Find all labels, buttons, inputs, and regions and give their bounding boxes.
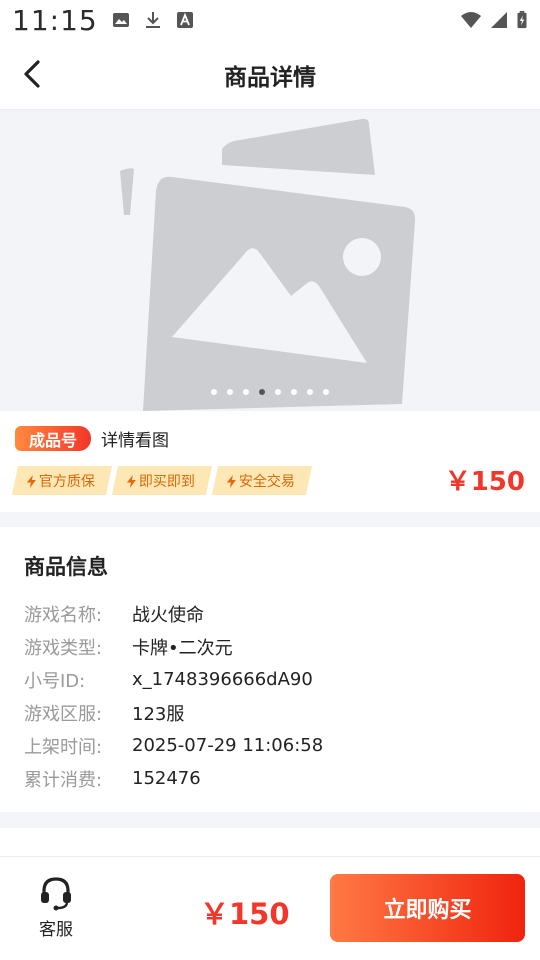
customer-service-label: 客服 (39, 920, 73, 940)
section-title: 商品信息 (24, 555, 108, 579)
headset-icon (41, 877, 71, 911)
status-time: 11:15 (12, 3, 98, 37)
image-placeholder-icon (120, 118, 416, 411)
info-label: 累计消费: (24, 769, 103, 791)
info-value: 123服 (132, 703, 185, 725)
info-value: 战火使命 (132, 604, 204, 626)
page-title: 商品详情 (224, 64, 316, 91)
info-value: 卡牌•二次元 (132, 637, 233, 659)
info-row-server: 游戏区服: 123服 (24, 696, 516, 729)
carousel-dot[interactable] (291, 389, 297, 395)
badge-label: 官方质保 (39, 473, 95, 490)
bottom-price: ￥150 (200, 897, 290, 931)
carousel-dot[interactable] (307, 389, 313, 395)
info-value: x_1748396666dA90 (132, 669, 313, 690)
info-value: 152476 (132, 768, 201, 789)
info-row-game-name: 游戏名称: 战火使命 (24, 597, 516, 630)
buy-now-button[interactable]: 立即购买 (330, 874, 525, 942)
nav-bar: 商品详情 (0, 40, 540, 110)
info-row-account-id: 小号ID: x_1748396666dA90 (24, 663, 516, 696)
lightning-icon (27, 474, 36, 487)
carousel-dot[interactable] (275, 389, 281, 395)
product-info-card: 商品信息 游戏名称: 战火使命 游戏类型: 卡牌•二次元 小号ID: x_174… (0, 527, 540, 812)
product-price: ￥150 (444, 467, 525, 497)
badge-instant-delivery: 即买即到 (111, 466, 213, 495)
lightning-icon (227, 474, 236, 487)
carousel-dot[interactable] (227, 389, 233, 395)
carousel-dots (0, 389, 540, 395)
info-label: 上架时间: (24, 736, 103, 758)
system-icons (460, 11, 528, 29)
product-summary-card: 成品号 详情看图 官方质保 即买即到 安全交易 ￥150 (0, 411, 540, 512)
signal-icon (491, 12, 507, 28)
image-carousel[interactable] (0, 111, 540, 411)
info-label: 小号ID: (24, 670, 86, 692)
info-row-game-type: 游戏类型: 卡牌•二次元 (24, 630, 516, 663)
info-label: 游戏类型: (24, 637, 103, 659)
download-icon (145, 12, 160, 28)
carousel-dot[interactable] (243, 389, 249, 395)
font-notification-icon (176, 12, 193, 28)
wifi-icon (461, 12, 481, 28)
chevron-left-icon (24, 60, 40, 88)
badge-safe-trade: 安全交易 (211, 466, 313, 495)
carousel-dot-active[interactable] (259, 389, 265, 395)
carousel-dot[interactable] (211, 389, 217, 395)
bottom-action-bar: 客服 ￥150 立即购买 (0, 856, 540, 960)
back-button[interactable] (12, 52, 52, 96)
battery-icon (517, 11, 527, 29)
badge-label: 即买即到 (139, 473, 195, 490)
badge-official-warranty: 官方质保 (11, 466, 113, 495)
info-row-total-spend: 累计消费: 152476 (24, 762, 516, 795)
guarantee-badges: 官方质保 即买即到 安全交易 (11, 466, 313, 495)
image-notification-icon (112, 13, 129, 27)
detail-images-link[interactable]: 详情看图 (101, 426, 169, 451)
status-bar: 11:15 (0, 0, 540, 40)
carousel-dot[interactable] (323, 389, 329, 395)
product-detail-screen: 11:15 商品详情 成品号 详情看图 官方质保 即买即到 安全交易 ￥150 … (0, 0, 540, 960)
badge-label: 安全交易 (239, 473, 295, 490)
product-type-tag: 成品号 (15, 426, 92, 451)
info-value: 2025-07-29 11:06:58 (132, 735, 324, 756)
info-row-listed-time: 上架时间: 2025-07-29 11:06:58 (24, 729, 516, 762)
notification-icons (112, 11, 194, 29)
customer-service-button[interactable]: 客服 (26, 875, 86, 943)
info-label: 游戏名称: (24, 604, 103, 626)
info-label: 游戏区服: (24, 703, 103, 725)
lightning-icon (127, 474, 136, 487)
